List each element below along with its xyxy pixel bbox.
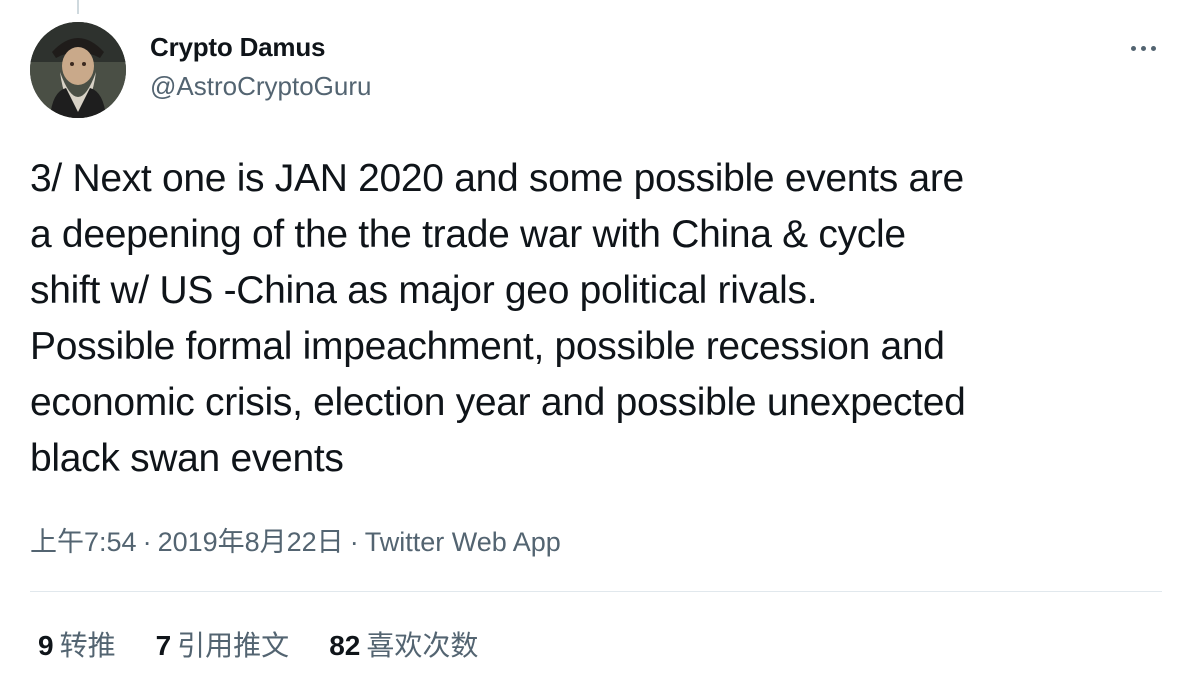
tweet-date[interactable]: 2019年8月22日 <box>158 527 344 557</box>
retweets-count: 9 <box>38 630 54 661</box>
more-options-button[interactable] <box>1124 36 1162 60</box>
author-handle[interactable]: @AstroCryptoGuru <box>150 71 371 102</box>
tweet-source[interactable]: Twitter Web App <box>365 527 561 557</box>
more-horizontal-icon <box>1130 45 1136 51</box>
author-display-name[interactable]: Crypto Damus <box>150 32 325 63</box>
tweet-metadata: 上午7:54 · 2019年8月22日 · Twitter Web App <box>30 520 561 559</box>
likes-count: 82 <box>329 630 361 661</box>
tweet-time[interactable]: 上午7:54 <box>30 527 137 557</box>
retweets-label: 转推 <box>59 630 116 661</box>
likes-label: 喜欢次数 <box>366 630 479 661</box>
meta-separator: · <box>349 527 359 557</box>
more-horizontal-icon-dot <box>1150 45 1156 51</box>
quotes-label: 引用推文 <box>177 630 290 661</box>
likes-stat[interactable]: 82 喜欢次数 <box>329 624 478 664</box>
bearded-man-portrait-icon <box>30 22 126 118</box>
tweet-stats: 9 转推 7 引用推文 82 喜欢次数 <box>38 624 478 664</box>
more-horizontal-icon-dot <box>1140 45 1146 51</box>
quotes-count: 7 <box>155 630 172 661</box>
meta-separator: · <box>142 527 152 557</box>
avatar[interactable] <box>30 22 126 118</box>
thread-connector-line <box>77 0 79 14</box>
divider <box>30 591 1162 592</box>
retweets-stat[interactable]: 9 转推 <box>38 624 116 664</box>
quotes-stat[interactable]: 7 引用推文 <box>156 624 290 664</box>
tweet-text: 3/ Next one is JAN 2020 and some possibl… <box>30 157 966 480</box>
